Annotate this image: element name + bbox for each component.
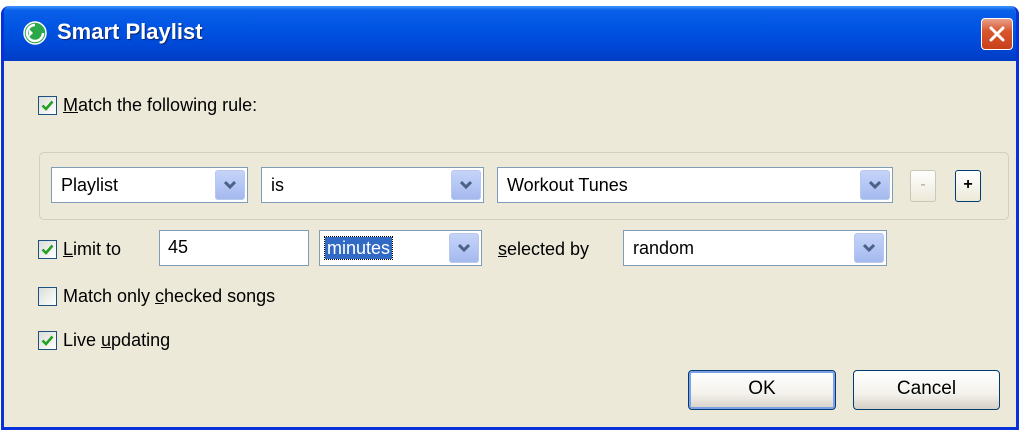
match-checked-checkbox[interactable]: [38, 287, 57, 306]
rule-value-dropdown-button[interactable]: [860, 170, 890, 200]
chevron-down-icon: [460, 180, 472, 190]
smart-playlist-dialog: Smart Playlist Match the following rule:…: [1, 6, 1019, 430]
selected-by-label: selected by: [498, 239, 590, 259]
limit-amount-field[interactable]: [159, 230, 309, 266]
rule-field-dropdown-button[interactable]: [215, 170, 245, 200]
itunes-icon: [23, 21, 47, 45]
match-rule-label: Match the following rule:: [63, 95, 258, 115]
close-icon: [989, 26, 1005, 42]
checkmark-icon: [41, 244, 54, 255]
add-rule-button[interactable]: +: [955, 170, 981, 202]
rule-operator-dropdown-button[interactable]: [451, 170, 481, 200]
selection-method-select[interactable]: random: [623, 230, 887, 266]
checkmark-icon: [41, 100, 54, 111]
match-checked-row[interactable]: Match only checked songs: [38, 286, 275, 307]
chevron-down-icon: [863, 243, 875, 253]
limit-amount-input[interactable]: [168, 237, 298, 258]
rule-operator-select[interactable]: is: [261, 167, 484, 203]
ok-button[interactable]: OK: [688, 370, 836, 410]
window-title: Smart Playlist: [57, 19, 203, 44]
rule-group: Playlist is Workout Tunes - +: [39, 152, 1009, 220]
match-checked-label: Match only checked songs: [63, 286, 276, 306]
selection-method-dropdown-button[interactable]: [854, 233, 884, 263]
rule-operator-value: is: [271, 175, 284, 195]
remove-rule-button[interactable]: -: [910, 170, 936, 202]
limit-unit-select[interactable]: minutes: [319, 230, 482, 266]
live-updating-checkbox[interactable]: [38, 331, 57, 350]
limit-unit-dropdown-button[interactable]: [449, 233, 479, 263]
chevron-down-icon: [224, 180, 236, 190]
rule-value-value: Workout Tunes: [507, 175, 628, 195]
checkmark-icon: [41, 335, 54, 346]
limit-checkbox[interactable]: [38, 240, 57, 259]
title-bar[interactable]: Smart Playlist: [4, 6, 1016, 61]
rule-field-value: Playlist: [61, 175, 119, 195]
limit-row[interactable]: Limit to: [38, 239, 121, 260]
chevron-down-icon: [869, 180, 881, 190]
cancel-button[interactable]: Cancel: [853, 370, 1000, 410]
rule-field-select[interactable]: Playlist: [51, 167, 248, 203]
live-updating-row[interactable]: Live updating: [38, 330, 170, 351]
chevron-down-icon: [458, 243, 470, 253]
match-rule-checkbox[interactable]: [38, 96, 57, 115]
live-updating-label: Live updating: [63, 330, 171, 350]
match-rule-row[interactable]: Match the following rule:: [38, 95, 257, 116]
limit-unit-value: minutes: [323, 236, 394, 260]
close-button[interactable]: [981, 18, 1013, 50]
selection-method-value: random: [633, 238, 695, 258]
limit-label: Limit to: [63, 239, 122, 259]
rule-value-select[interactable]: Workout Tunes: [497, 167, 893, 203]
